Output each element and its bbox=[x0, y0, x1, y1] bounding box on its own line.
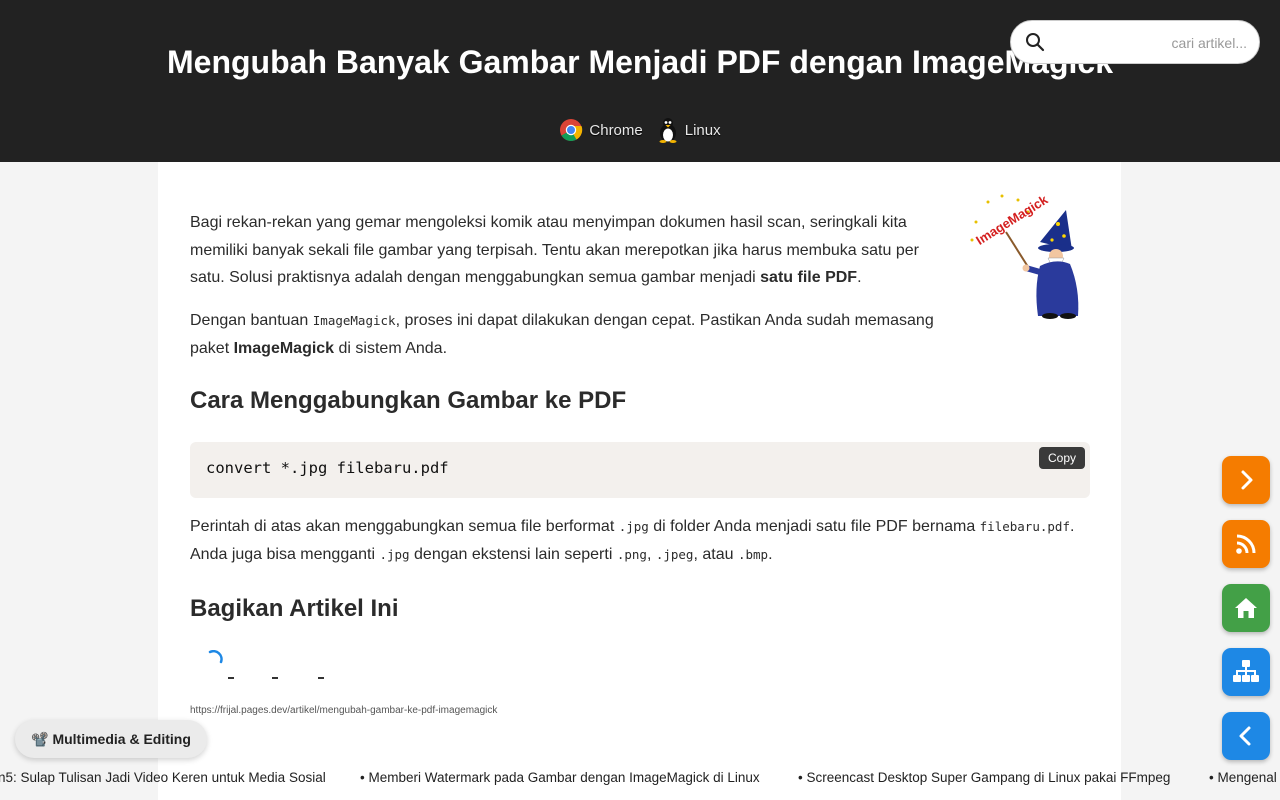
film-projector-icon: 📽️ bbox=[31, 730, 49, 747]
ticker-item[interactable]: • Memberi Watermark pada Gambar dengan I… bbox=[360, 770, 760, 785]
tag-linux[interactable]: Linux bbox=[657, 117, 721, 143]
req-code: ImageMagick bbox=[312, 313, 396, 328]
exp-code: .jpg bbox=[618, 519, 649, 534]
search-icon bbox=[1026, 33, 1045, 52]
exp-text: Perintah di atas akan menggabungkan semu… bbox=[190, 518, 619, 535]
share-placeholder-dash bbox=[228, 677, 234, 679]
exp-text: dengan ekstensi lain seperti bbox=[409, 545, 617, 563]
share-placeholder-dash bbox=[272, 677, 278, 679]
exp-text: di folder Anda menjadi satu file PDF ber… bbox=[648, 518, 980, 535]
category-label: Multimedia & Editing bbox=[52, 731, 191, 747]
tag-list: Chrome Linux bbox=[0, 117, 1280, 143]
exp-code: .jpg bbox=[379, 546, 410, 562]
linux-tux-icon bbox=[659, 118, 677, 143]
search-input[interactable] bbox=[1065, 29, 1249, 57]
category-badge[interactable]: 📽️ Multimedia & Editing bbox=[15, 720, 207, 758]
next-button[interactable] bbox=[1222, 456, 1270, 504]
tag-linux-label: Linux bbox=[684, 121, 721, 139]
req-text-end: di sistem Anda. bbox=[334, 339, 448, 357]
code-block: convert *.jpg filebaru.pdf Copy bbox=[190, 442, 1090, 498]
ticker-item[interactable]: • Screencast Desktop Super Gampang di Li… bbox=[798, 770, 1170, 785]
related-articles-ticker: n5: Sulap Tulisan Jadi Video Keren untuk… bbox=[0, 770, 1280, 790]
share-url[interactable]: https://frijal.pages.dev/artikel/menguba… bbox=[190, 705, 497, 716]
imagemagick-logo-text: ImageMagick bbox=[973, 192, 1051, 248]
search-box[interactable] bbox=[1010, 20, 1260, 64]
chevron-left-icon bbox=[1239, 726, 1251, 746]
exp-code: .jpeg bbox=[655, 546, 694, 562]
intro-end: . bbox=[857, 269, 862, 286]
loading-spinner-icon bbox=[208, 650, 223, 664]
prev-button[interactable] bbox=[1222, 712, 1270, 760]
exp-code: .png bbox=[616, 546, 647, 562]
tag-chrome[interactable]: Chrome bbox=[559, 117, 643, 143]
chevron-right-icon bbox=[1241, 470, 1253, 490]
tag-chrome-label: Chrome bbox=[589, 121, 643, 139]
exp-code: filebaru.pdf bbox=[979, 519, 1070, 534]
exp-code: .bmp bbox=[737, 546, 769, 562]
sitemap-icon bbox=[1233, 660, 1259, 682]
intro-paragraph: Bagi rekan-rekan yang gemar mengoleksi k… bbox=[190, 209, 950, 292]
home-button[interactable] bbox=[1222, 584, 1270, 632]
req-text-start: Dengan bantuan bbox=[190, 312, 313, 329]
ticker-item[interactable]: • Mengenal bbox=[1209, 770, 1277, 785]
share-placeholder-dash bbox=[318, 677, 324, 679]
code-command: convert *.jpg filebaru.pdf bbox=[206, 459, 449, 477]
intro-bold: satu file PDF bbox=[760, 269, 858, 286]
copy-button[interactable]: Copy bbox=[1038, 447, 1085, 469]
rss-icon bbox=[1236, 534, 1256, 554]
req-bold: ImageMagick bbox=[233, 339, 335, 357]
imagemagick-wizard-logo: ImageMagick bbox=[970, 192, 1079, 319]
chrome-icon bbox=[560, 119, 583, 141]
section-heading-share: Bagikan Artikel Ini bbox=[190, 595, 399, 622]
article-content: ImageMagick Bagi rekan-rekan yang gemar … bbox=[158, 162, 1121, 800]
rss-button[interactable] bbox=[1222, 520, 1270, 568]
exp-text: . bbox=[768, 545, 773, 563]
section-heading-convert: Cara Menggabungkan Gambar ke PDF bbox=[190, 387, 627, 414]
exp-text: , atau bbox=[693, 545, 738, 563]
ticker-item[interactable]: n5: Sulap Tulisan Jadi Video Keren untuk… bbox=[0, 770, 326, 785]
home-icon bbox=[1235, 598, 1257, 618]
requirement-paragraph: Dengan bantuan ImageMagick, proses ini d… bbox=[190, 307, 950, 362]
sitemap-button[interactable] bbox=[1222, 648, 1270, 696]
explanation-paragraph: Perintah di atas akan menggabungkan semu… bbox=[190, 513, 1090, 568]
exp-text: , bbox=[646, 545, 656, 563]
